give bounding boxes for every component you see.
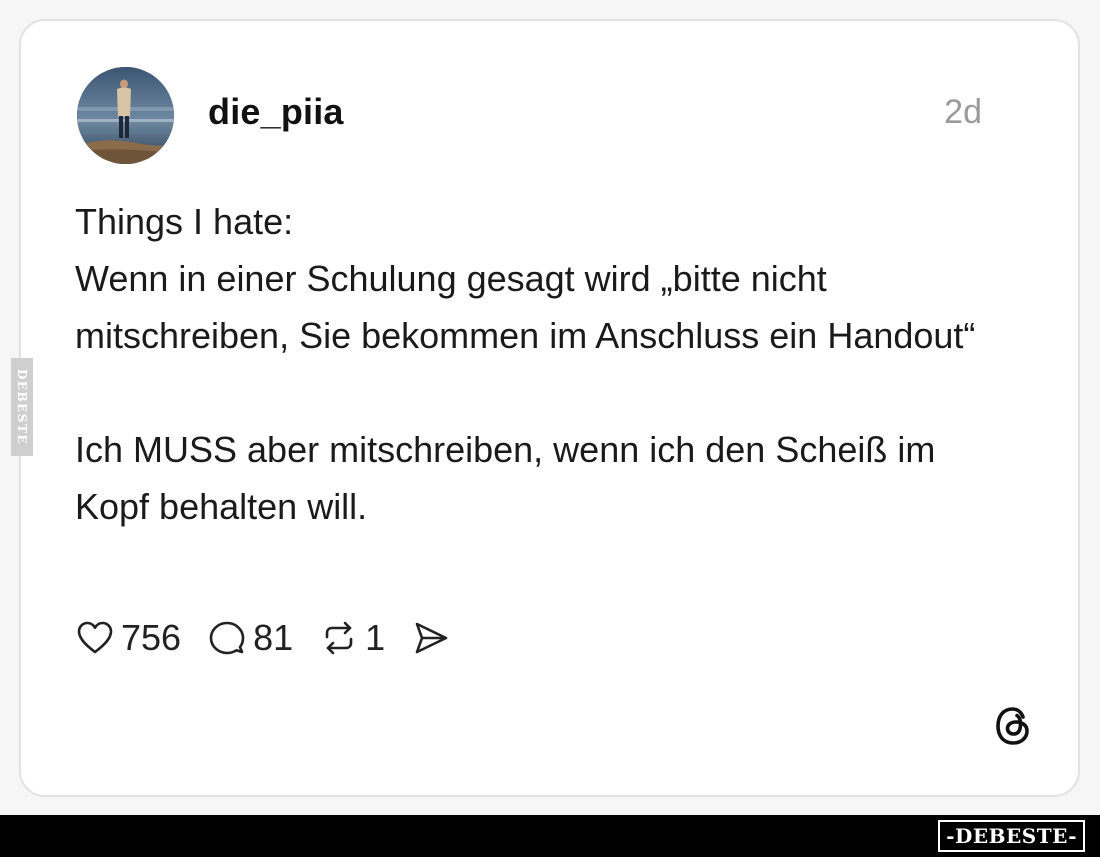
comment-count: 81: [253, 617, 294, 658]
side-watermark-text: DEBESTE: [15, 368, 29, 446]
repost-button[interactable]: 1: [319, 617, 385, 659]
repost-count: 1: [365, 617, 386, 658]
avatar[interactable]: [77, 67, 174, 164]
comment-button[interactable]: 81: [207, 617, 293, 659]
footer-bar: -DEBESTE-: [0, 815, 1100, 857]
avatar-photo: [77, 67, 174, 164]
threads-logo-icon: [990, 703, 1036, 749]
username[interactable]: die_piia: [208, 91, 344, 133]
repost-icon: [319, 618, 359, 658]
heart-icon: [75, 618, 115, 658]
like-count: 756: [121, 617, 182, 658]
post-actions: 756 81 1: [75, 613, 477, 663]
side-watermark: DEBESTE: [11, 358, 33, 456]
like-button[interactable]: 756: [75, 617, 181, 659]
post-timestamp: 2d: [944, 93, 982, 131]
post-body-text: Things I hate: Wenn in einer Schulung ge…: [75, 201, 976, 527]
debeste-logo: -DEBESTE-: [938, 820, 1085, 852]
share-send-icon: [411, 618, 451, 658]
comment-bubble-icon: [207, 618, 247, 658]
threads-post-card: die_piia 2d Things I hate: Wenn in einer…: [19, 19, 1080, 797]
share-button[interactable]: [411, 618, 451, 658]
